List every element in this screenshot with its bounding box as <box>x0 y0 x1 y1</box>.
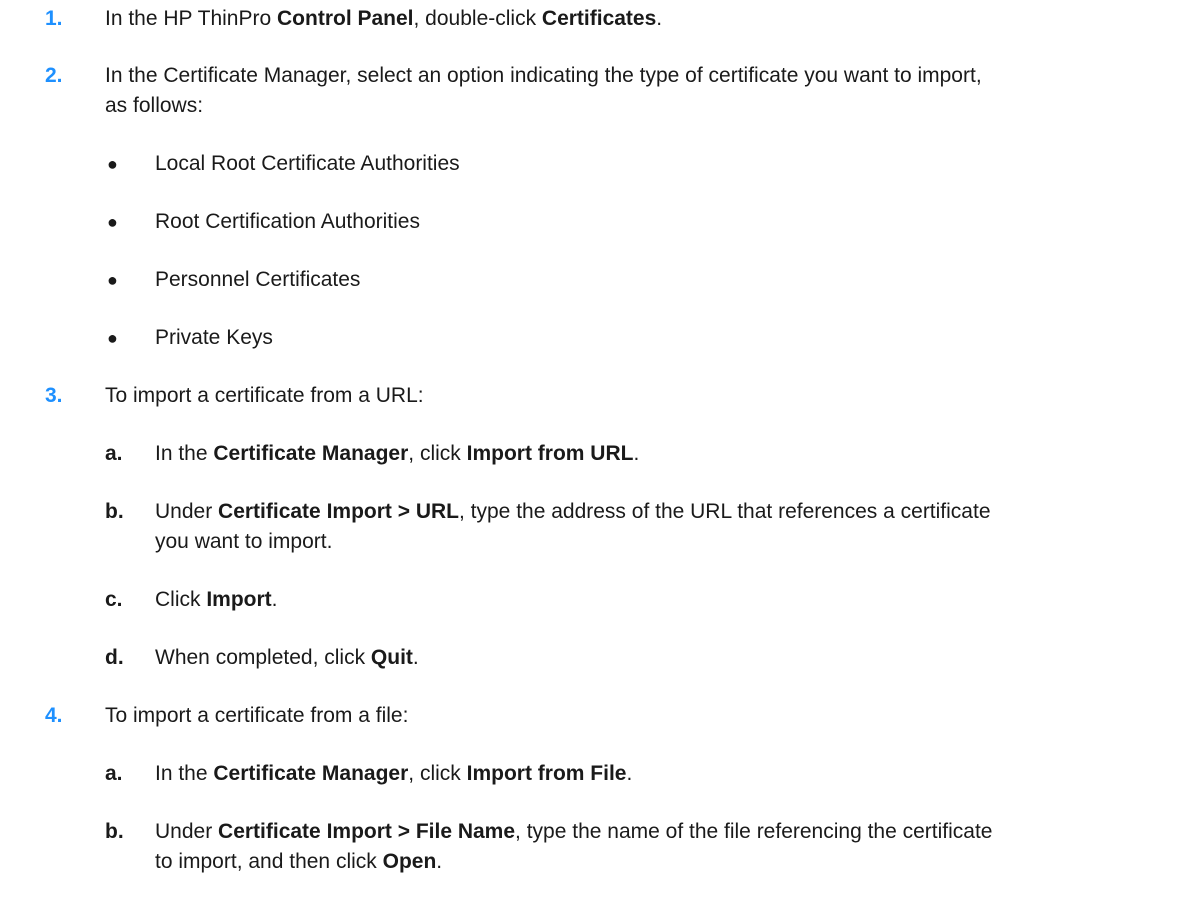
bullet-item: Root Certification Authorities <box>155 210 420 233</box>
bullet-item: Private Keys <box>155 326 273 349</box>
substep-text-line2: to import, and then click Open. <box>155 850 443 873</box>
document-page: 1. In the HP ThinPro Control Panel, doub… <box>0 0 1202 922</box>
substep-letter: c. <box>105 588 123 611</box>
substep-letter: a. <box>105 442 123 465</box>
substep-text-line1: Under Certificate Import > URL, type the… <box>155 500 991 523</box>
bullet-icon: ● <box>107 270 118 290</box>
bullet-icon: ● <box>107 212 118 232</box>
step-2-text-line1: In the Certificate Manager, select an op… <box>105 64 982 87</box>
substep-text: In the Certificate Manager, click Import… <box>155 762 633 785</box>
substep-text-line1: Under Certificate Import > File Name, ty… <box>155 820 993 843</box>
step-3-text: To import a certificate from a URL: <box>105 384 424 407</box>
step-number: 1. <box>45 7 63 30</box>
substep-text: Click Import. <box>155 588 278 611</box>
bullet-icon: ● <box>107 154 118 174</box>
bullet-item: Personnel Certificates <box>155 268 361 291</box>
step-number: 4. <box>45 704 63 727</box>
substep-text: When completed, click Quit. <box>155 646 419 669</box>
substep-letter: a. <box>105 762 123 785</box>
substep-letter: b. <box>105 820 124 843</box>
substep-letter: b. <box>105 500 124 523</box>
bullet-item: Local Root Certificate Authorities <box>155 152 460 175</box>
substep-letter: d. <box>105 646 124 669</box>
step-number: 2. <box>45 64 63 87</box>
step-1-text: In the HP ThinPro Control Panel, double-… <box>105 7 663 30</box>
step-4-text: To import a certificate from a file: <box>105 704 409 727</box>
substep-text: In the Certificate Manager, click Import… <box>155 442 640 465</box>
step-2-text-line2: as follows: <box>105 94 204 117</box>
bullet-icon: ● <box>107 328 118 348</box>
step-number: 3. <box>45 384 63 407</box>
substep-text-line2: you want to import. <box>155 530 333 553</box>
